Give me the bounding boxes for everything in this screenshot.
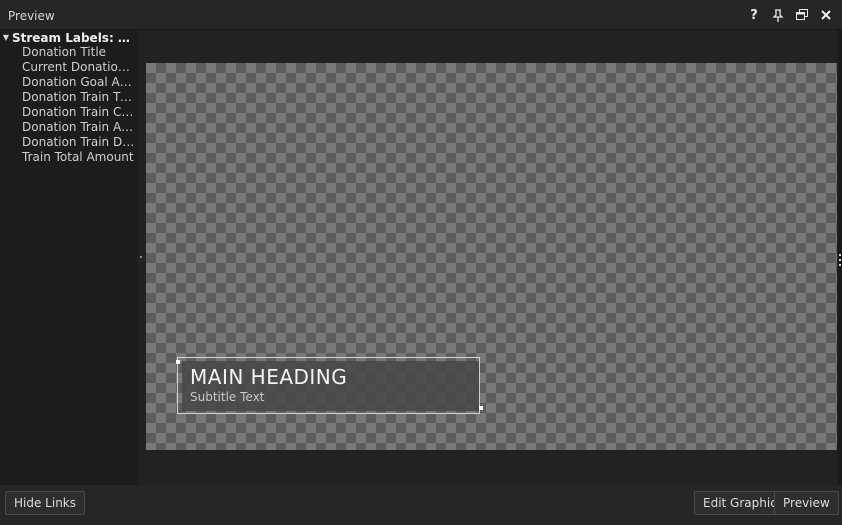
drag-grip-icon bbox=[839, 254, 841, 269]
tree-item-donation-train-count[interactable]: Donation Train Co... bbox=[22, 105, 135, 120]
window-title: Preview bbox=[8, 9, 55, 23]
window-controls: ? bbox=[746, 6, 834, 24]
tree-item-donation-goal-amount[interactable]: Donation Goal Am... bbox=[22, 75, 135, 90]
tree-item-list: Donation Title Current Donation ... Dona… bbox=[22, 45, 135, 165]
preview-canvas[interactable]: MAIN HEADING Subtitle Text bbox=[146, 63, 837, 450]
tree-item-donation-train-amount[interactable]: Donation Train Am... bbox=[22, 120, 135, 135]
lower-third-graphic[interactable]: MAIN HEADING Subtitle Text bbox=[182, 361, 480, 411]
help-icon[interactable]: ? bbox=[746, 7, 762, 23]
expand-arrow-icon[interactable]: ▼ bbox=[0, 33, 12, 42]
tree-item-donation-train-donor[interactable]: Donation Train Do... bbox=[22, 135, 135, 150]
splitter-grip-icon bbox=[140, 256, 142, 258]
right-panel-edge-handle[interactable] bbox=[838, 30, 842, 485]
preview-area: MAIN HEADING Subtitle Text bbox=[146, 30, 838, 485]
tree-item-donation-title[interactable]: Donation Title bbox=[22, 45, 135, 60]
footer-toolbar: Hide Links Edit Graphic Preview bbox=[0, 485, 842, 525]
window-titlebar: Preview ? bbox=[0, 0, 842, 30]
tree-root-stream-labels[interactable]: ▼ Stream Labels: Don... bbox=[0, 30, 137, 45]
preview-button[interactable]: Preview bbox=[774, 491, 839, 515]
tree-item-train-total-amount[interactable]: Train Total Amount bbox=[22, 150, 135, 165]
tree-item-current-donation[interactable]: Current Donation ... bbox=[22, 60, 135, 75]
graphic-subtitle: Subtitle Text bbox=[190, 390, 265, 404]
links-sidebar: ▼ Stream Labels: Don... Donation Title C… bbox=[0, 30, 137, 485]
selection-handle-bottom-right[interactable] bbox=[479, 406, 483, 410]
selection-handle-top-left[interactable] bbox=[176, 360, 180, 364]
sidebar-splitter-handle[interactable] bbox=[137, 30, 146, 485]
tree-root-label: Stream Labels: Don... bbox=[12, 30, 135, 45]
graphic-main-heading: MAIN HEADING bbox=[190, 365, 348, 389]
hide-links-button[interactable]: Hide Links bbox=[5, 491, 85, 515]
pin-icon[interactable] bbox=[770, 7, 786, 23]
tree-item-donation-train-time[interactable]: Donation Train Time bbox=[22, 90, 135, 105]
restore-icon[interactable] bbox=[794, 7, 810, 23]
close-icon[interactable] bbox=[818, 7, 834, 23]
edit-graphic-button[interactable]: Edit Graphic bbox=[694, 491, 786, 515]
